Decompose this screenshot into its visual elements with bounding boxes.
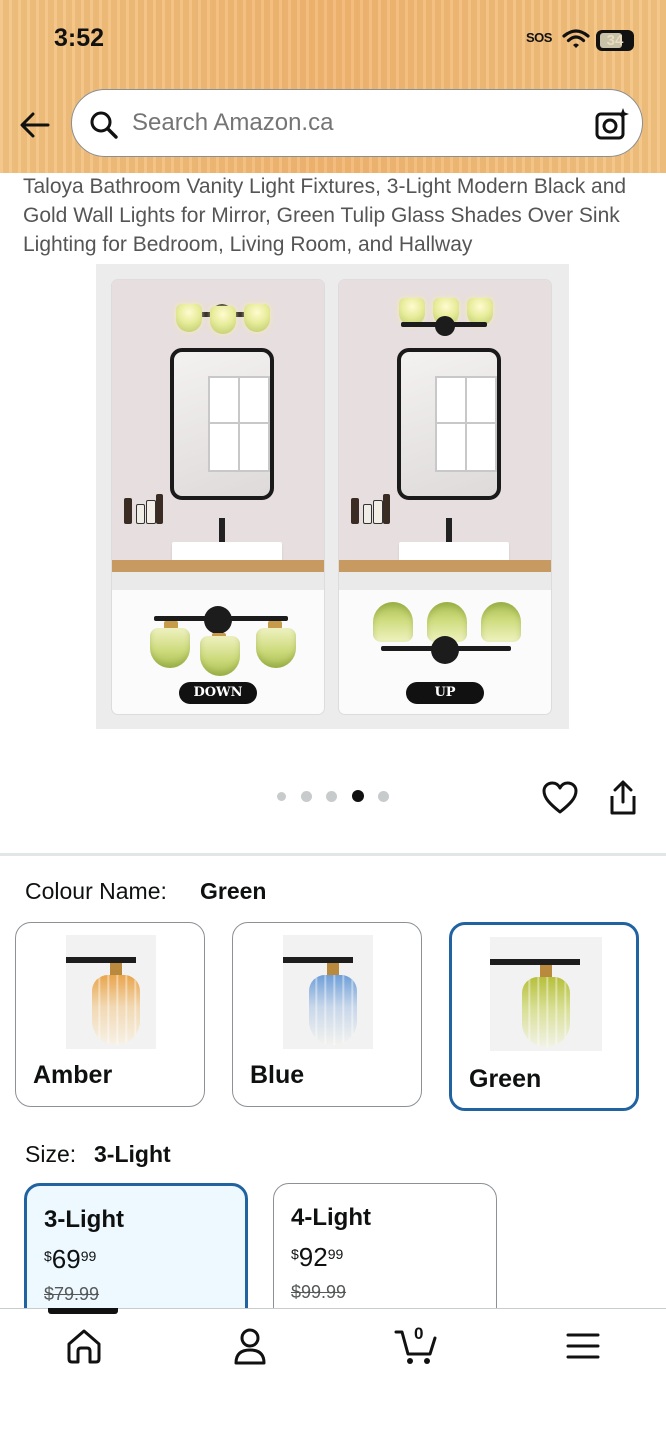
colour-option-label: Amber: [33, 1061, 113, 1089]
home-icon[interactable]: [64, 1326, 104, 1371]
search-bar[interactable]: [71, 89, 643, 157]
colour-option-green[interactable]: Green: [449, 922, 639, 1111]
amber-shade-image: [66, 935, 156, 1049]
battery-percent: 34: [606, 32, 624, 49]
size-option-name: 3-Light: [44, 1206, 124, 1233]
menu-icon[interactable]: [566, 1326, 600, 1371]
bathroom-scene: [112, 280, 324, 590]
image-panel-down: DOWN: [112, 280, 324, 714]
product-image[interactable]: DOWN UP: [96, 264, 569, 729]
image-dot[interactable]: [378, 791, 389, 802]
image-dot[interactable]: [326, 791, 337, 802]
battery-icon: 34: [596, 30, 634, 51]
account-icon[interactable]: [230, 1326, 270, 1371]
heart-icon[interactable]: [542, 781, 578, 820]
cart-count: 0: [414, 1324, 424, 1343]
size-label: Size:: [25, 1141, 77, 1167]
image-tag-up: UP: [406, 682, 484, 704]
active-tab-indicator: [48, 1308, 118, 1314]
colour-option-blue[interactable]: Blue: [232, 922, 422, 1107]
product-title[interactable]: Taloya Bathroom Vanity Light Fixtures, 3…: [23, 172, 653, 259]
size-option-name: 4-Light: [291, 1204, 371, 1231]
colour-option-label: Green: [469, 1065, 542, 1093]
search-input[interactable]: [132, 90, 572, 156]
status-time: 3:52: [54, 24, 105, 52]
blue-shade-image: [283, 935, 373, 1049]
list-price: $99.99: [291, 1282, 347, 1302]
back-arrow-icon[interactable]: [18, 108, 52, 147]
bathroom-scene: [339, 280, 551, 590]
section-divider: [0, 853, 666, 856]
list-price: $79.99: [44, 1284, 100, 1304]
share-icon[interactable]: [608, 780, 638, 821]
size-selected-value: 3-Light: [94, 1141, 171, 1167]
sos-indicator: SOS: [526, 30, 552, 45]
search-icon: [89, 110, 119, 145]
image-panel-up: UP: [339, 280, 551, 714]
colour-option-amber[interactable]: Amber: [15, 922, 205, 1107]
image-tag-down: DOWN: [179, 682, 257, 704]
colour-option-label: Blue: [250, 1061, 305, 1089]
green-shade-image: [490, 937, 602, 1051]
cart-icon[interactable]: 0: [394, 1324, 440, 1371]
camera-search-icon[interactable]: [594, 106, 630, 147]
image-dot-active[interactable]: [352, 790, 364, 802]
colour-label: Colour Name:: [25, 878, 167, 904]
colour-selected-value: Green: [200, 878, 267, 904]
price: $9299: [291, 1242, 344, 1272]
image-dot[interactable]: [301, 791, 312, 802]
wifi-icon: [562, 28, 590, 55]
price: $6999: [44, 1244, 97, 1274]
image-dot[interactable]: [277, 792, 286, 801]
